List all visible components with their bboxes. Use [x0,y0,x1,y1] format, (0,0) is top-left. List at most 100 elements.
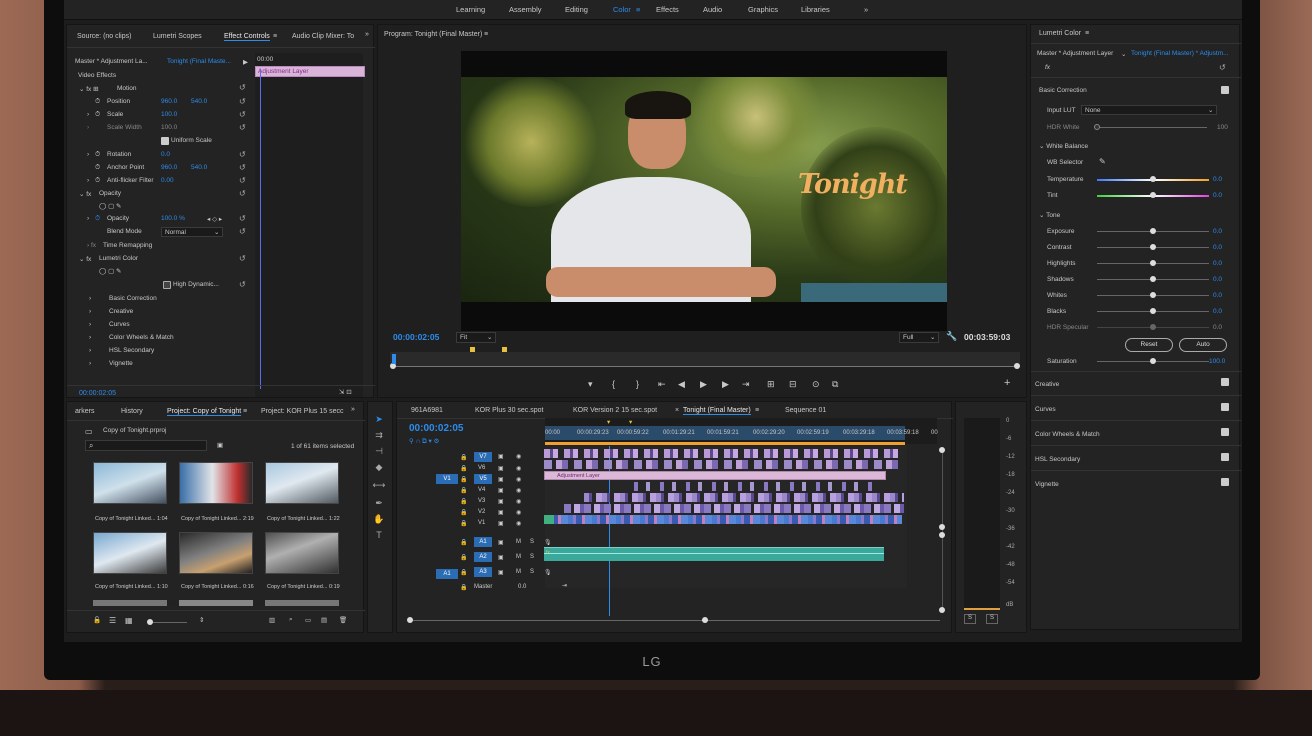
scale-value[interactable]: 100.0 [161,111,177,118]
ec-hsl[interactable]: HSL Secondary [109,347,154,354]
solo-right-button[interactable]: S [986,614,998,624]
opacity-value[interactable]: 100.0 % [161,215,185,222]
reset-icon[interactable]: ↺ [239,163,246,172]
exposure-slider[interactable] [1097,228,1209,234]
go-to-end-icon[interactable]: ⇥ [562,582,567,589]
tab-audio-clip-mixer[interactable]: Audio Clip Mixer: To [292,33,354,40]
new-item-icon[interactable]: ▤ [321,616,327,624]
expand-icon[interactable]: › [89,360,91,367]
reset-icon[interactable]: ↺ [239,176,246,185]
razor-icon[interactable]: ◆ [372,462,386,474]
sync-icon[interactable]: ▣ [498,520,504,527]
reset-icon[interactable]: ↺ [239,150,246,159]
lumetri-curves-section[interactable]: Curves [1035,406,1056,413]
vertical-scrollbar[interactable] [942,450,943,610]
ec-color-wheels[interactable]: Color Wheels & Match [109,334,174,341]
tab-sequence-tonight[interactable]: Tonight (Final Master) [683,407,751,415]
sync-icon[interactable]: ▣ [498,539,504,546]
marker[interactable] [470,347,475,352]
temperature-slider[interactable] [1097,176,1209,182]
temperature-value[interactable]: 0.0 [1213,176,1222,183]
slider-knob[interactable] [1150,176,1156,182]
fit-select[interactable]: Fit ⌄ [456,332,496,343]
clip-thumbnail[interactable] [93,462,167,504]
reset-button[interactable]: Reset [1125,338,1173,352]
mark-in-icon[interactable]: { [612,379,615,389]
expand-icon[interactable]: › fx [87,242,96,249]
tab-project-kor[interactable]: Project: KOR Plus 15 secc [261,408,343,415]
reset-icon[interactable]: ↺ [239,97,246,106]
eyedropper-icon[interactable]: ✎ [1099,157,1106,166]
expand-icon[interactable]: › [89,308,91,315]
opacity-toggle-icon[interactable]: ⌄ fx [79,190,91,198]
eye-icon[interactable]: ◉ [516,453,521,460]
panel-more-icon[interactable]: » [365,31,369,38]
lock-icon[interactable]: 🔒 [460,498,467,505]
tab-menu-icon[interactable]: ≡ [273,33,277,40]
creative-checkbox[interactable] [1221,378,1229,386]
highlights-slider[interactable] [1097,260,1209,266]
eye-icon[interactable]: ◉ [516,498,521,505]
track-v7[interactable]: V7 [474,452,492,462]
slider-knob[interactable] [1150,276,1156,282]
basic-correction-heading[interactable]: Basic Correction [1039,87,1087,94]
ws-libraries[interactable]: Libraries [801,5,830,14]
track-v2[interactable]: V2 [478,509,485,515]
tint-slider[interactable] [1097,192,1209,198]
clip-thumbnail[interactable] [265,462,339,504]
ws-more-icon[interactable]: » [864,5,868,14]
mute-button[interactable]: M [516,539,521,545]
master-volume-value[interactable]: 0.0 [518,584,526,590]
expand-icon[interactable]: › [89,295,91,302]
curves-checkbox[interactable] [1221,403,1229,411]
list-view-icon[interactable]: ☰ [109,616,116,625]
timeline-tools-icons[interactable]: ⚲ ∩ ⧉ ▾ ⚙ [409,437,439,446]
panel-more-icon[interactable]: » [351,406,355,413]
play-icon[interactable]: ▶ [700,379,707,390]
input-lut-select[interactable]: None ⌄ [1081,105,1217,115]
mic-icon[interactable]: 🎙 [544,539,552,546]
quality-select[interactable]: Full ⌄ [899,332,939,343]
solo-button[interactable]: S [530,539,534,545]
wrench-icon[interactable]: 🔧 [946,331,957,342]
reset-icon[interactable]: ↺ [1219,63,1226,72]
expand-icon[interactable]: › [87,177,89,184]
sync-icon[interactable]: ▣ [498,487,504,494]
track-v3[interactable]: V3 [478,498,485,504]
track-select-icon[interactable]: ⇉ [372,430,386,442]
scroll-handle[interactable] [939,532,945,538]
ws-learning[interactable]: Learning [456,5,485,14]
sync-icon[interactable]: ▣ [498,465,504,472]
expand-icon[interactable]: › [87,124,89,131]
zoom-handle-right[interactable] [702,617,708,623]
source-patch-a1[interactable]: A1 [436,569,458,579]
eye-icon[interactable]: ◉ [516,465,521,472]
adjustment-layer-clip[interactable]: Adjustment Layer [544,471,886,480]
go-to-out-icon[interactable]: ⇥ [742,379,750,390]
uniform-scale-checkbox[interactable] [161,137,169,145]
trash-icon[interactable]: 🗑 [339,616,347,624]
new-bin-icon[interactable]: ▭ [305,616,311,624]
ws-assembly[interactable]: Assembly [509,5,542,14]
shadows-value[interactable]: 0.0 [1213,276,1222,283]
clip-strip-v2[interactable] [564,504,904,513]
wheels-checkbox[interactable] [1221,428,1229,436]
anchor-y-value[interactable]: 540.0 [191,164,207,171]
close-tab-icon[interactable]: × [675,407,679,414]
sync-icon[interactable]: ▣ [498,453,504,460]
tone-heading[interactable]: ⌄ Tone [1039,211,1060,219]
lumetri-toggle-icon[interactable]: ⌄ fx [79,255,91,263]
lock-icon[interactable]: 🔒 [460,465,467,472]
lock-icon[interactable]: 🔒 [460,476,467,483]
saturation-value[interactable]: 100.0 [1209,358,1225,365]
slip-icon[interactable]: ⟷ [372,480,386,492]
automate-icon[interactable]: ▥ [269,616,275,624]
ws-editing[interactable]: Editing [565,5,588,14]
rotation-value[interactable]: 0.0 [161,151,170,158]
eye-icon[interactable]: ◉ [516,487,521,494]
marker[interactable]: ▾ [607,418,610,426]
eye-icon[interactable]: ◉ [516,509,521,516]
hand-icon[interactable]: ✋ [372,514,386,526]
chevron-down-icon[interactable]: ⌄ [1121,50,1126,58]
go-to-in-icon[interactable]: ⇤ [658,379,666,390]
